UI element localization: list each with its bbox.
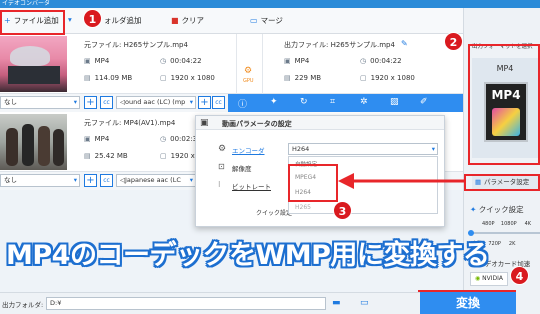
edit-icon[interactable]: ✎ <box>401 39 408 48</box>
source-filename: 元ファイル: MP4(AV1).mp4 <box>84 119 176 127</box>
edit-pen-icon[interactable]: ✐ <box>420 97 428 107</box>
window-title: イデオコンバータ <box>0 0 540 8</box>
tutorial-caption: MP4のコーデックをWMP用に変換する <box>6 240 490 271</box>
output-filename: 出力ファイル: H265サンプル.mp4 <box>284 41 395 49</box>
merge-label: マージ <box>260 16 283 25</box>
info-icon[interactable]: ⓘ <box>238 97 247 110</box>
out-resolution: ▢ 1920 x 1080 <box>360 74 415 82</box>
annotation-box-add-file <box>0 10 65 35</box>
cc-button[interactable]: cc <box>100 174 113 187</box>
clear-button[interactable]: ■ クリア <box>171 15 204 26</box>
src-size: ▤ 25.42 MB <box>84 152 128 160</box>
filter-icon[interactable]: ✲ <box>360 97 368 107</box>
video-icon: ▣ <box>284 57 291 65</box>
video-icon: ▣ <box>84 57 91 65</box>
add-folder-button[interactable]: ォルダ追加 <box>104 15 142 26</box>
subtitle-select[interactable]: なし ▾ <box>0 96 80 109</box>
video-thumbnail[interactable] <box>0 114 67 170</box>
clock-icon: ◷ <box>160 135 167 143</box>
open-folder-icon[interactable]: ▭ <box>360 298 369 308</box>
add-file-dropdown-icon[interactable]: ▾ <box>68 15 72 24</box>
gpu-icon: ⚙ <box>244 66 253 76</box>
src-resolution: ▢ 1920 x 1080 <box>160 74 215 82</box>
effect-icon[interactable]: ✦ <box>270 97 278 107</box>
video-thumbnail[interactable] <box>0 36 67 92</box>
divider <box>262 34 263 94</box>
nvidia-icon: ◉ <box>474 275 481 282</box>
add-audio-button[interactable]: + <box>198 96 211 109</box>
resolution-icon: ▢ <box>160 152 167 160</box>
resolution-icon: ⊡ <box>218 162 225 171</box>
divider <box>236 34 237 94</box>
toolbar: + ファイル追加 ▾ ォルダ追加 ■ クリア ▭ マージ <box>0 8 463 34</box>
annotation-box-codec <box>288 164 338 202</box>
quick-setting-label: ✦ クイック設定 <box>470 205 524 214</box>
clock-icon: ◷ <box>160 57 167 65</box>
src-duration: ◷ 00:04:22 <box>160 57 202 65</box>
file-icon: ▤ <box>84 152 91 160</box>
file-row-1[interactable]: 元ファイル: H265サンプル.mp4 ▣ MP4 ◷ 00:04:22 ▤ 114.… <box>0 34 463 94</box>
audio-select[interactable]: ◁Japanese aac (LC ▾ <box>116 174 196 187</box>
bitrate-icon: ⁝ <box>218 180 221 189</box>
src-format: ▣ MP4 <box>84 57 110 65</box>
video-icon: ▣ <box>84 135 91 143</box>
source-filename: 元ファイル: H265サンプル.mp4 <box>84 41 188 49</box>
step-badge-3: 3 <box>333 201 352 220</box>
merge-button[interactable]: ▭ マージ <box>250 15 283 26</box>
src-size: ▤ 114.09 MB <box>84 74 133 82</box>
file-controls-1: なし ▾ + cc ◁ound aac (LC) (mp ▾ + cc ⓘ ✦ ↻ … <box>0 94 463 112</box>
bottom-bar: 出力フォルダ: D:¥ ▬ ▭ <box>0 292 463 314</box>
add-subtitle-button[interactable]: + <box>84 96 97 109</box>
audio-select[interactable]: ◁ound aac (LC) (mp ▾ <box>116 96 196 109</box>
convert-button[interactable]: 変換 <box>420 292 516 314</box>
clear-label: クリア <box>181 16 205 25</box>
nvidia-toggle[interactable]: ◉ NVIDIA <box>470 272 508 286</box>
annotation-box-format <box>468 44 540 165</box>
gear-icon: ⚙ <box>218 144 227 154</box>
option-h265[interactable]: H265 <box>295 204 311 211</box>
src-format: ▣ MP4 <box>84 135 110 143</box>
subtitle-select[interactable]: なし ▾ <box>0 174 80 187</box>
annotation-box-param <box>464 174 540 191</box>
gpu-label: GPU <box>243 78 254 84</box>
quality-row-top: 480P 1080P 4K <box>482 221 532 227</box>
annotation-arrow-icon <box>338 173 464 189</box>
out-format: ▣ MP4 <box>284 57 310 65</box>
folder-browse-icon[interactable]: ▬ <box>332 298 341 308</box>
resolution-icon: ▢ <box>160 74 167 82</box>
rotate-icon[interactable]: ↻ <box>300 97 308 107</box>
step-badge-4: 4 <box>510 266 529 285</box>
trash-icon: ■ <box>171 16 179 25</box>
out-size: ▤ 229 MB <box>284 74 322 82</box>
edit-toolbar: ⓘ ✦ ↻ ⌗ ✲ ▧ ✐ <box>228 94 463 112</box>
add-subtitle-button[interactable]: + <box>84 174 97 187</box>
out-duration: ◷ 00:04:22 <box>360 57 402 65</box>
lightning-icon: ✦ <box>470 205 477 214</box>
quick-setting-dialog-label: クイック設定 <box>256 210 293 217</box>
watermark-icon[interactable]: ▧ <box>390 97 399 107</box>
cc-button[interactable]: cc <box>100 96 113 109</box>
dialog-title: 動画パラメータの設定 <box>222 120 292 128</box>
crop-icon[interactable]: ⌗ <box>330 97 335 107</box>
cc-audio-button[interactable]: cc <box>212 96 225 109</box>
file-icon: ▤ <box>84 74 91 82</box>
merge-icon: ▭ <box>250 16 258 25</box>
add-folder-label: ォルダ追加 <box>104 16 142 25</box>
video-settings-icon: ▣ <box>200 118 209 128</box>
output-folder-input[interactable]: D:¥ <box>46 297 326 310</box>
output-folder-label: 出力フォルダ: <box>2 301 44 309</box>
encoder-select[interactable]: H264 ▾ <box>288 143 438 155</box>
step-badge-2: 2 <box>444 32 463 51</box>
bitrate-label: ビットレート <box>232 183 271 191</box>
file-icon: ▤ <box>284 74 291 82</box>
resolution-icon: ▢ <box>360 74 367 82</box>
resolution-label: 解像度 <box>232 165 252 173</box>
step-badge-1: 1 <box>83 9 102 28</box>
clock-icon: ◷ <box>360 57 367 65</box>
encoder-label: エンコーダ <box>232 147 265 155</box>
